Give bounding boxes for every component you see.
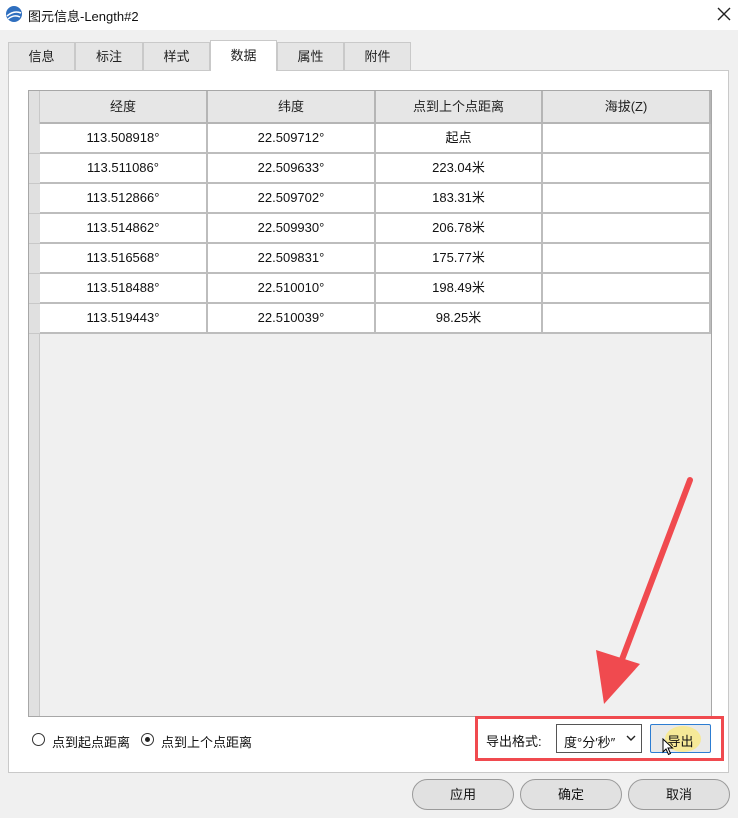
column-header-latitude[interactable]: 纬度 — [208, 91, 376, 124]
table-cell-longitude[interactable]: 113.514862° — [40, 214, 208, 244]
table-cell-longitude[interactable]: 113.516568° — [40, 244, 208, 274]
table-cell-elevation[interactable] — [543, 244, 711, 274]
table-cell-longitude[interactable]: 113.508918° — [40, 124, 208, 154]
table-cell-latitude[interactable]: 22.509702° — [208, 184, 376, 214]
row-marker[interactable] — [29, 214, 40, 244]
tab-style[interactable]: 样式 — [143, 42, 210, 70]
close-icon — [717, 7, 731, 21]
table-cell-distance[interactable]: 175.77米 — [376, 244, 543, 274]
cancel-button[interactable]: 取消 — [628, 779, 730, 810]
table-cell-elevation[interactable] — [543, 154, 711, 184]
radio-circle[interactable] — [141, 733, 154, 746]
table-cell-distance[interactable]: 198.49米 — [376, 274, 543, 304]
table-cell-longitude[interactable]: 113.511086° — [40, 154, 208, 184]
table-cell-longitude[interactable]: 113.519443° — [40, 304, 208, 334]
data-panel: 经度 纬度 点到上个点距离 海拔(Z) 113.508918° 22.50971… — [8, 70, 729, 773]
tab-data[interactable]: 数据 — [210, 40, 277, 71]
column-header-elevation[interactable]: 海拔(Z) — [543, 91, 711, 124]
apply-button[interactable]: 应用 — [412, 779, 514, 810]
table-cell-latitude[interactable]: 22.510039° — [208, 304, 376, 334]
table-cell-latitude[interactable]: 22.510010° — [208, 274, 376, 304]
table-cell-latitude[interactable]: 22.509831° — [208, 244, 376, 274]
row-marker[interactable] — [29, 304, 40, 334]
table-cell-latitude[interactable]: 22.509633° — [208, 154, 376, 184]
radio-circle[interactable] — [32, 733, 45, 746]
radio-label: 点到上个点距离 — [161, 735, 253, 750]
table-cell-latitude[interactable]: 22.509930° — [208, 214, 376, 244]
table-cell-distance[interactable]: 206.78米 — [376, 214, 543, 244]
table-cell-elevation[interactable] — [543, 124, 711, 154]
title-bar: 图元信息-Length#2 — [0, 0, 738, 30]
annotation-highlight-box — [475, 716, 724, 761]
table-cell-distance[interactable]: 起点 — [376, 124, 543, 154]
table-cell-elevation[interactable] — [543, 184, 711, 214]
table-cell-distance[interactable]: 223.04米 — [376, 154, 543, 184]
row-marker[interactable] — [29, 274, 40, 304]
tab-info[interactable]: 信息 — [8, 42, 75, 70]
row-marker[interactable] — [29, 244, 40, 274]
table-cell-longitude[interactable]: 113.518488° — [40, 274, 208, 304]
table-cell-elevation[interactable] — [543, 274, 711, 304]
table-cell-elevation[interactable] — [543, 304, 711, 334]
table-cell-latitude[interactable]: 22.509712° — [208, 124, 376, 154]
data-grid: 经度 纬度 点到上个点距离 海拔(Z) 113.508918° 22.50971… — [28, 90, 712, 717]
column-header-longitude[interactable]: 经度 — [40, 91, 208, 124]
row-marker[interactable] — [29, 154, 40, 184]
table-cell-distance[interactable]: 98.25米 — [376, 304, 543, 334]
radio-label: 点到起点距离 — [52, 735, 131, 750]
ok-button[interactable]: 确定 — [520, 779, 622, 810]
column-header-distance[interactable]: 点到上个点距离 — [376, 91, 543, 124]
close-button[interactable] — [710, 0, 738, 28]
row-marker[interactable] — [29, 184, 40, 214]
table-cell-distance[interactable]: 183.31米 — [376, 184, 543, 214]
tab-attachments[interactable]: 附件 — [344, 42, 411, 70]
globe-icon — [4, 4, 24, 24]
window-title: 图元信息-Length#2 — [28, 9, 139, 24]
tab-attributes[interactable]: 属性 — [277, 42, 344, 70]
table-cell-longitude[interactable]: 113.512866° — [40, 184, 208, 214]
table-cell-elevation[interactable] — [543, 214, 711, 244]
row-marker[interactable] — [29, 124, 40, 154]
tab-annotation[interactable]: 标注 — [75, 42, 143, 70]
mouse-cursor-icon — [662, 738, 674, 756]
